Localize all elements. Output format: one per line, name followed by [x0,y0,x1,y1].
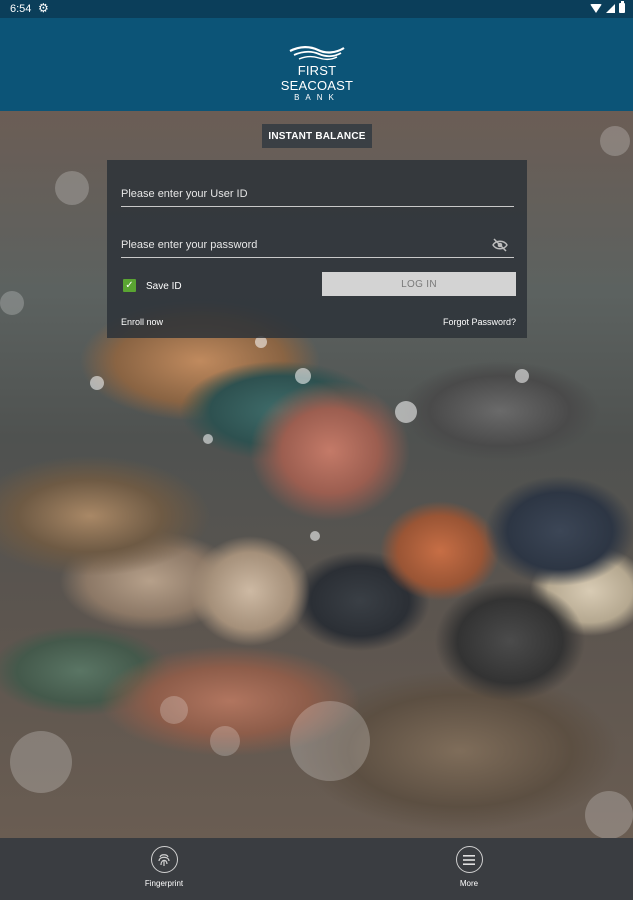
menu-icon [455,846,483,873]
app-header: FIRST SEACOAST BANK [0,18,633,111]
logo-name-line1: FIRST SEACOAST [280,63,354,93]
logo-name-line2: BANK [294,93,340,102]
status-time: 6:54 [10,3,32,15]
signal-icon [606,3,615,13]
user-id-input[interactable] [121,184,491,204]
fingerprint-icon [150,846,178,873]
forgot-password-link[interactable]: Forgot Password? [443,317,516,327]
status-bar: 6:54 ⚙ [0,0,633,18]
user-id-field-container [121,184,514,207]
bank-logo: FIRST SEACOAST BANK [262,44,372,102]
save-id-checkbox[interactable]: ✓ [123,279,136,292]
nav-more[interactable]: More [429,846,509,888]
instant-balance-button[interactable]: INSTANT BALANCE [262,124,372,148]
wave-logo-icon [289,46,345,61]
visibility-off-icon[interactable] [492,238,508,252]
status-icons [590,1,625,13]
nav-more-label: More [459,879,479,888]
enroll-now-link[interactable]: Enroll now [121,317,163,327]
settings-gear-icon: ⚙ [38,1,49,15]
password-field-container [121,235,514,258]
wifi-icon [590,3,602,13]
nav-fingerprint[interactable]: Fingerprint [124,846,204,888]
bottom-nav-bar: Fingerprint More [0,838,633,900]
login-panel: ✓ Save ID LOG IN Enroll now Forgot Passw… [107,160,527,338]
save-id-label: Save ID [146,281,182,292]
password-input[interactable] [121,235,491,255]
nav-fingerprint-label: Fingerprint [144,879,184,888]
login-button[interactable]: LOG IN [322,272,516,296]
battery-icon [619,1,625,13]
